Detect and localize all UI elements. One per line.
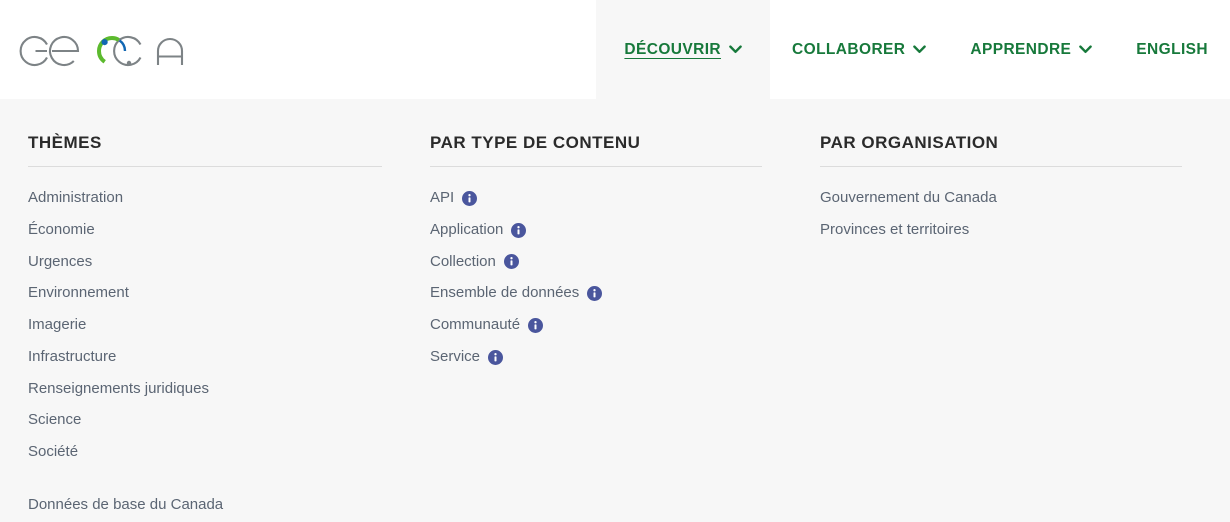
- menu-item-donnees-de-base-du-canada[interactable]: Données de base du Canada: [28, 490, 223, 522]
- column-title: PAR ORGANISATION: [820, 133, 999, 152]
- menu-item-label: Ensemble de données: [430, 284, 580, 302]
- nav-item-label: ENGLISH: [1136, 40, 1208, 58]
- menu-item-label: Société: [28, 443, 79, 460]
- info-icon[interactable]: [511, 222, 527, 238]
- chevron-down-icon: [1079, 45, 1093, 54]
- menu-item-label: API: [430, 189, 455, 206]
- menu-item-label: Application: [430, 220, 504, 238]
- info-icon[interactable]: [488, 349, 504, 365]
- menu-item-label: Infrastructure: [28, 347, 117, 365]
- menu-item-ensemble-de-donnees[interactable]: Ensemble de données: [430, 278, 603, 310]
- menu-item-label: Service: [430, 347, 481, 365]
- menu-item-label: Science: [28, 411, 82, 429]
- menu-item-gouvernement-du-canada[interactable]: Gouvernement du Canada: [820, 183, 997, 215]
- info-icon[interactable]: [462, 190, 478, 206]
- nav-item-label: APPRENDRE: [970, 40, 1072, 58]
- info-icon[interactable]: [503, 254, 519, 270]
- menu-item-api[interactable]: API: [430, 183, 478, 215]
- site-header: DÉCOUVRIR COLLABORER APPRENDRE ENGLISH: [0, 0, 1230, 99]
- nav-item-label: DÉCOUVRIR: [624, 40, 722, 58]
- menu-item-label: Économie: [28, 220, 95, 238]
- menu-item-imagerie[interactable]: Imagerie: [28, 310, 86, 342]
- nav-item-decouvrir[interactable]: DÉCOUVRIR: [596, 0, 771, 99]
- menu-item-administration[interactable]: Administration: [28, 183, 123, 215]
- column-title: THÈMES: [28, 133, 102, 152]
- menu-item-provinces-et-territoires[interactable]: Provinces et territoires: [820, 215, 969, 247]
- menu-item-label: Environnement: [28, 284, 129, 302]
- menu-item-service[interactable]: Service: [430, 342, 504, 374]
- menu-item-label: Provinces et territoires: [820, 220, 970, 238]
- column-divider: [430, 166, 762, 167]
- menu-item-economie[interactable]: Économie: [28, 215, 95, 247]
- main-navigation: DÉCOUVRIR COLLABORER APPRENDRE ENGLISH: [596, 0, 1230, 99]
- chevron-down-icon: [913, 45, 927, 54]
- menu-group-spacer: [28, 469, 415, 490]
- menu-item-science[interactable]: Science: [28, 405, 81, 437]
- menu-item-label: Collection: [430, 252, 496, 270]
- menu-item-environnement[interactable]: Environnement: [28, 278, 129, 310]
- nav-item-apprendre[interactable]: APPRENDRE: [948, 0, 1114, 99]
- column-divider: [820, 166, 1182, 167]
- mega-menu-column-content-type: PAR TYPE DE CONTENU API Application Coll…: [415, 133, 810, 374]
- mega-menu-column-organisation: PAR ORGANISATION Gouvernement du Canada …: [810, 133, 1210, 247]
- mega-menu-columns: THÈMES Administration Économie Urgences …: [0, 133, 1230, 522]
- menu-item-infrastructure[interactable]: Infrastructure: [28, 342, 116, 374]
- nav-item-english[interactable]: ENGLISH: [1114, 0, 1230, 99]
- menu-item-label: Renseignements juridiques: [28, 379, 209, 397]
- chevron-down-icon: [729, 45, 742, 54]
- menu-item-label: Administration: [28, 189, 124, 206]
- info-icon[interactable]: [528, 317, 544, 333]
- mega-menu-column-themes: THÈMES Administration Économie Urgences …: [0, 133, 415, 522]
- menu-item-label: Données de base du Canada: [28, 495, 224, 513]
- menu-item-label: Gouvernement du Canada: [820, 189, 997, 206]
- menu-item-label: Urgences: [28, 252, 93, 270]
- menu-item-collection[interactable]: Collection: [430, 247, 519, 279]
- menu-item-label: Imagerie: [28, 316, 87, 333]
- menu-item-communaute[interactable]: Communauté: [430, 310, 544, 342]
- column-title: PAR TYPE DE CONTENU: [430, 133, 641, 152]
- menu-item-societe[interactable]: Société: [28, 437, 78, 469]
- menu-item-urgences[interactable]: Urgences: [28, 247, 92, 279]
- column-divider: [28, 166, 382, 167]
- geo-ca-logo[interactable]: [14, 34, 194, 68]
- menu-item-label: Communauté: [430, 316, 521, 333]
- decouvrir-mega-menu: THÈMES Administration Économie Urgences …: [0, 99, 1230, 522]
- menu-item-application[interactable]: Application: [430, 215, 527, 247]
- nav-item-collaborer[interactable]: COLLABORER: [770, 0, 948, 99]
- info-icon[interactable]: [587, 286, 603, 302]
- menu-item-renseignements-juridiques[interactable]: Renseignements juridiques: [28, 374, 209, 406]
- nav-item-label: COLLABORER: [792, 40, 906, 58]
